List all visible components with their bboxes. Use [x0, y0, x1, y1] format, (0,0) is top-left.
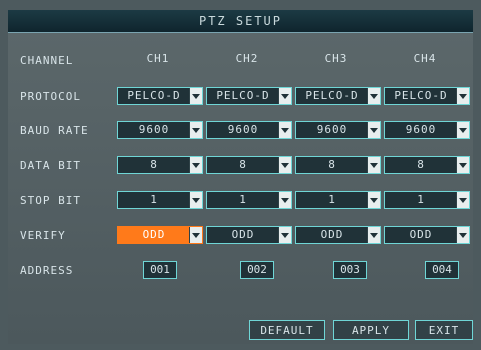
protocol-value: PELCO-D [394, 89, 448, 102]
dropdown-arrow-icon[interactable] [189, 157, 202, 173]
dropdown-arrow-icon[interactable] [189, 192, 202, 208]
stop-bit-select-ch2[interactable]: 1 [206, 191, 292, 209]
data-bit-value: 8 [328, 158, 336, 171]
page-title: PTZ SETUP [198, 14, 283, 28]
protocol-select-ch2[interactable]: PELCO-D [206, 87, 292, 105]
dropdown-arrow-icon[interactable] [456, 88, 469, 104]
data-bit-value: 8 [150, 158, 158, 171]
default-button[interactable]: DEFAULT [249, 320, 325, 340]
baud-rate-value: 9600 [316, 123, 348, 136]
stop-bit-select-ch4[interactable]: 1 [384, 191, 470, 209]
stop-bit-value: 1 [239, 193, 247, 206]
address-input-ch1[interactable]: 001 [143, 261, 177, 279]
stop-bit-select-ch3[interactable]: 1 [295, 191, 381, 209]
baud-rate-select-ch3[interactable]: 9600 [295, 121, 381, 139]
dropdown-arrow-icon[interactable] [278, 157, 291, 173]
column-header-ch2: CH2 [235, 52, 259, 65]
stop-bit-value: 1 [417, 193, 425, 206]
dropdown-arrow-icon[interactable] [367, 122, 380, 138]
baud-rate-select-ch4[interactable]: 9600 [384, 121, 470, 139]
protocol-select-ch3[interactable]: PELCO-D [295, 87, 381, 105]
dropdown-arrow-icon[interactable] [367, 192, 380, 208]
baud-rate-value: 9600 [405, 123, 437, 136]
protocol-value: PELCO-D [305, 89, 359, 102]
column-header-ch1: CH1 [146, 52, 170, 65]
dropdown-arrow-icon[interactable] [367, 227, 380, 243]
dropdown-arrow-icon[interactable] [189, 122, 202, 138]
stop-bit-value: 1 [328, 193, 336, 206]
address-input-ch4[interactable]: 004 [425, 261, 459, 279]
apply-button[interactable]: APPLY [333, 320, 409, 340]
column-header-ch4: CH4 [413, 52, 437, 65]
baud-rate-label: BAUD RATE [20, 124, 89, 137]
dropdown-arrow-icon[interactable] [456, 227, 469, 243]
dropdown-arrow-icon[interactable] [278, 227, 291, 243]
data-bit-select-ch1[interactable]: 8 [117, 156, 203, 174]
protocol-select-ch4[interactable]: PELCO-D [384, 87, 470, 105]
dropdown-arrow-icon[interactable] [456, 122, 469, 138]
data-bit-value: 8 [239, 158, 247, 171]
address-input-ch2[interactable]: 002 [240, 261, 274, 279]
channel-label: CHANNEL [20, 54, 74, 67]
verify-value: ODD [320, 228, 344, 241]
stop-bit-value: 1 [150, 193, 158, 206]
verify-select-ch2[interactable]: ODD [206, 226, 292, 244]
protocol-select-ch1[interactable]: PELCO-D [117, 87, 203, 105]
dropdown-arrow-icon[interactable] [456, 192, 469, 208]
column-header-ch3: CH3 [324, 52, 348, 65]
title-bar: PTZ SETUP [8, 10, 473, 33]
ptz-setup-panel [8, 32, 473, 344]
verify-value: ODD [231, 228, 255, 241]
data-bit-select-ch4[interactable]: 8 [384, 156, 470, 174]
dropdown-arrow-icon[interactable] [278, 192, 291, 208]
verify-value: ODD [142, 228, 166, 241]
protocol-value: PELCO-D [127, 89, 181, 102]
verify-select-ch4[interactable]: ODD [384, 226, 470, 244]
stop-bit-select-ch1[interactable]: 1 [117, 191, 203, 209]
dropdown-arrow-icon[interactable] [456, 157, 469, 173]
stop-bit-label: STOP BIT [20, 194, 81, 207]
data-bit-select-ch2[interactable]: 8 [206, 156, 292, 174]
protocol-value: PELCO-D [216, 89, 270, 102]
dropdown-arrow-icon[interactable] [189, 227, 202, 243]
dropdown-arrow-icon[interactable] [278, 88, 291, 104]
dropdown-arrow-icon[interactable] [278, 122, 291, 138]
baud-rate-select-ch1[interactable]: 9600 [117, 121, 203, 139]
dropdown-arrow-icon[interactable] [367, 157, 380, 173]
address-label: ADDRESS [20, 264, 74, 277]
dropdown-arrow-icon[interactable] [189, 88, 202, 104]
data-bit-value: 8 [417, 158, 425, 171]
verify-select-ch3[interactable]: ODD [295, 226, 381, 244]
baud-rate-value: 9600 [227, 123, 259, 136]
address-input-ch3[interactable]: 003 [333, 261, 367, 279]
verify-label: VERIFY [20, 229, 66, 242]
data-bit-label: DATA BIT [20, 159, 81, 172]
exit-button[interactable]: EXIT [415, 320, 473, 340]
data-bit-select-ch3[interactable]: 8 [295, 156, 381, 174]
verify-select-ch1[interactable]: ODD [117, 226, 203, 244]
baud-rate-select-ch2[interactable]: 9600 [206, 121, 292, 139]
protocol-label: PROTOCOL [20, 90, 81, 103]
baud-rate-value: 9600 [138, 123, 170, 136]
verify-value: ODD [409, 228, 433, 241]
dropdown-arrow-icon[interactable] [367, 88, 380, 104]
